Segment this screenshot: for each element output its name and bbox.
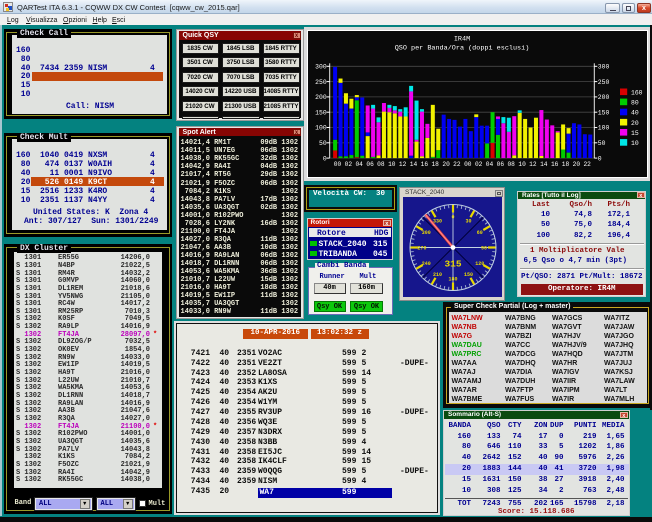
svg-text:02: 02 bbox=[345, 161, 353, 168]
svg-text:100: 100 bbox=[315, 124, 327, 131]
svg-text:20: 20 bbox=[573, 161, 581, 168]
svg-text:40: 40 bbox=[631, 109, 639, 116]
svg-text:90: 90 bbox=[480, 245, 486, 251]
svg-text:50: 50 bbox=[319, 140, 327, 147]
svg-text:12: 12 bbox=[399, 161, 407, 168]
svg-text:22: 22 bbox=[583, 161, 591, 168]
svg-text:14: 14 bbox=[410, 161, 418, 168]
svg-text:QSO per Banda/Ora (doppi esclu: QSO per Banda/Ora (doppi esclusi) bbox=[395, 44, 530, 52]
svg-text:12: 12 bbox=[529, 161, 537, 168]
svg-text:100: 100 bbox=[598, 124, 610, 131]
svg-text:180: 180 bbox=[448, 276, 457, 282]
svg-text:06: 06 bbox=[497, 161, 505, 168]
svg-text:200: 200 bbox=[598, 94, 610, 101]
svg-text:0: 0 bbox=[451, 214, 454, 220]
svg-text:150: 150 bbox=[463, 272, 472, 278]
svg-text:00: 00 bbox=[464, 161, 472, 168]
svg-text:08: 08 bbox=[507, 161, 515, 168]
svg-text:210: 210 bbox=[432, 272, 441, 278]
svg-text:270: 270 bbox=[417, 245, 426, 251]
svg-text:80: 80 bbox=[631, 99, 639, 106]
svg-text:02: 02 bbox=[475, 161, 483, 168]
svg-text:150: 150 bbox=[315, 109, 327, 116]
svg-text:18: 18 bbox=[562, 161, 570, 168]
svg-text:04: 04 bbox=[355, 161, 363, 168]
svg-text:120: 120 bbox=[475, 261, 484, 267]
svg-text:0: 0 bbox=[598, 155, 602, 162]
svg-text:08: 08 bbox=[377, 161, 385, 168]
svg-text:240: 240 bbox=[421, 261, 430, 267]
svg-text:60: 60 bbox=[476, 230, 482, 236]
svg-text:14: 14 bbox=[540, 161, 548, 168]
svg-text:300: 300 bbox=[315, 63, 327, 70]
svg-text:04: 04 bbox=[486, 161, 494, 168]
svg-text:20: 20 bbox=[631, 119, 639, 126]
svg-text:315: 315 bbox=[444, 259, 461, 270]
svg-text:15: 15 bbox=[631, 130, 639, 137]
svg-text:20: 20 bbox=[442, 161, 450, 168]
svg-text:50: 50 bbox=[598, 140, 606, 147]
svg-text:10: 10 bbox=[388, 161, 396, 168]
svg-text:150: 150 bbox=[598, 109, 610, 116]
svg-text:30: 30 bbox=[465, 219, 471, 225]
svg-text:IR4M: IR4M bbox=[454, 35, 470, 43]
svg-text:16: 16 bbox=[421, 161, 429, 168]
svg-text:00: 00 bbox=[334, 161, 342, 168]
svg-text:16: 16 bbox=[551, 161, 559, 168]
svg-text:200: 200 bbox=[315, 94, 327, 101]
svg-text:300: 300 bbox=[421, 230, 430, 236]
svg-text:18: 18 bbox=[431, 161, 439, 168]
svg-text:250: 250 bbox=[315, 78, 327, 85]
svg-text:0: 0 bbox=[323, 155, 327, 162]
svg-text:06: 06 bbox=[366, 161, 374, 168]
svg-text:160: 160 bbox=[631, 89, 643, 96]
svg-text:10: 10 bbox=[518, 161, 526, 168]
svg-text:22: 22 bbox=[453, 161, 461, 168]
svg-text:300: 300 bbox=[598, 63, 610, 70]
svg-text:10: 10 bbox=[631, 140, 639, 147]
svg-text:250: 250 bbox=[598, 78, 610, 85]
